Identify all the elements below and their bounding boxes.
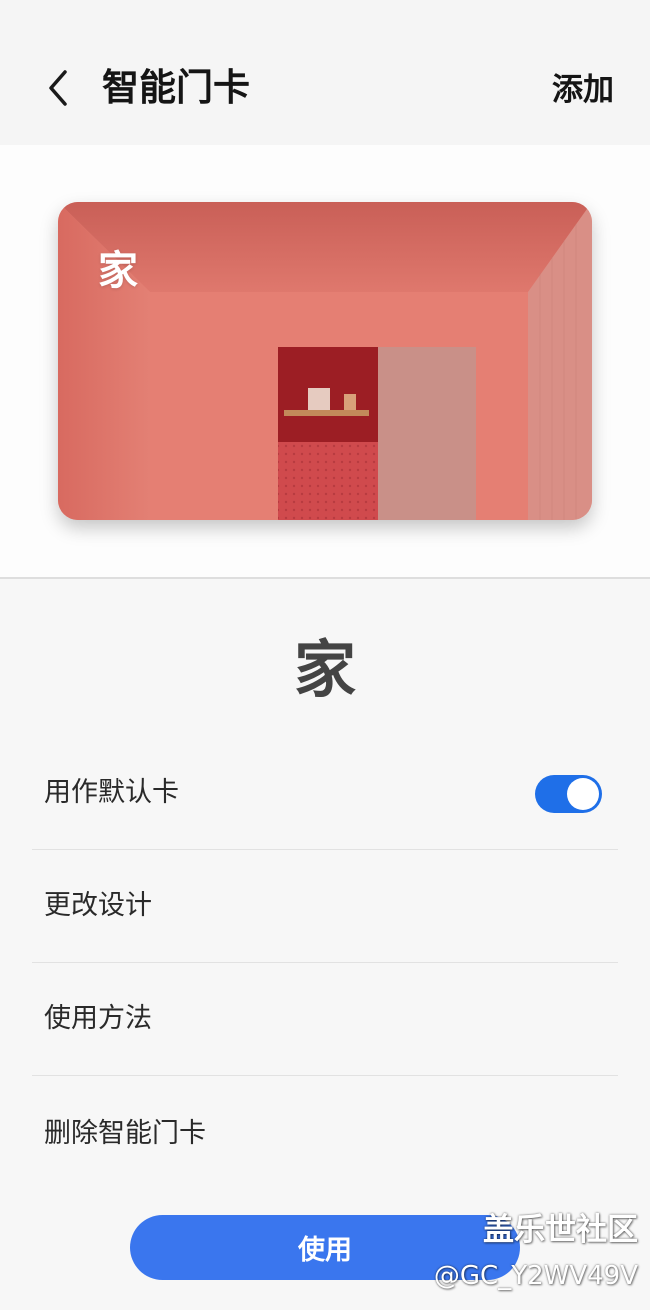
how-to-use-row[interactable]: 使用方法 [32,963,618,1076]
how-to-use-label: 使用方法 [44,1003,152,1034]
app-header: 智能门卡 添加 [0,0,650,145]
default-card-toggle[interactable] [535,775,602,813]
card-name-label: 家 [98,248,138,294]
watermark-user-id: @GC_Y2WV49V [433,1261,638,1291]
toggle-knob [567,778,599,810]
watermark-community: 盖乐世社区 [483,1212,638,1248]
card-title: 家 [293,633,356,706]
add-button[interactable]: 添加 [552,68,614,112]
delete-card-row[interactable]: 删除智能门卡 [32,1077,618,1190]
chevron-left-icon [49,70,67,106]
section-divider [0,577,650,579]
default-card-row[interactable]: 用作默认卡 [32,737,618,850]
delete-card-label: 删除智能门卡 [44,1117,206,1149]
page-title: 智能门卡 [102,66,250,109]
default-card-label: 用作默认卡 [44,777,179,808]
back-button[interactable] [36,60,80,116]
change-design-label: 更改设计 [44,890,152,921]
use-button-label: 使用 [298,1235,352,1266]
card-artwork [58,202,592,520]
door-card[interactable]: 家 [58,202,592,520]
card-preview-area: 家 [0,145,650,578]
change-design-row[interactable]: 更改设计 [32,850,618,963]
